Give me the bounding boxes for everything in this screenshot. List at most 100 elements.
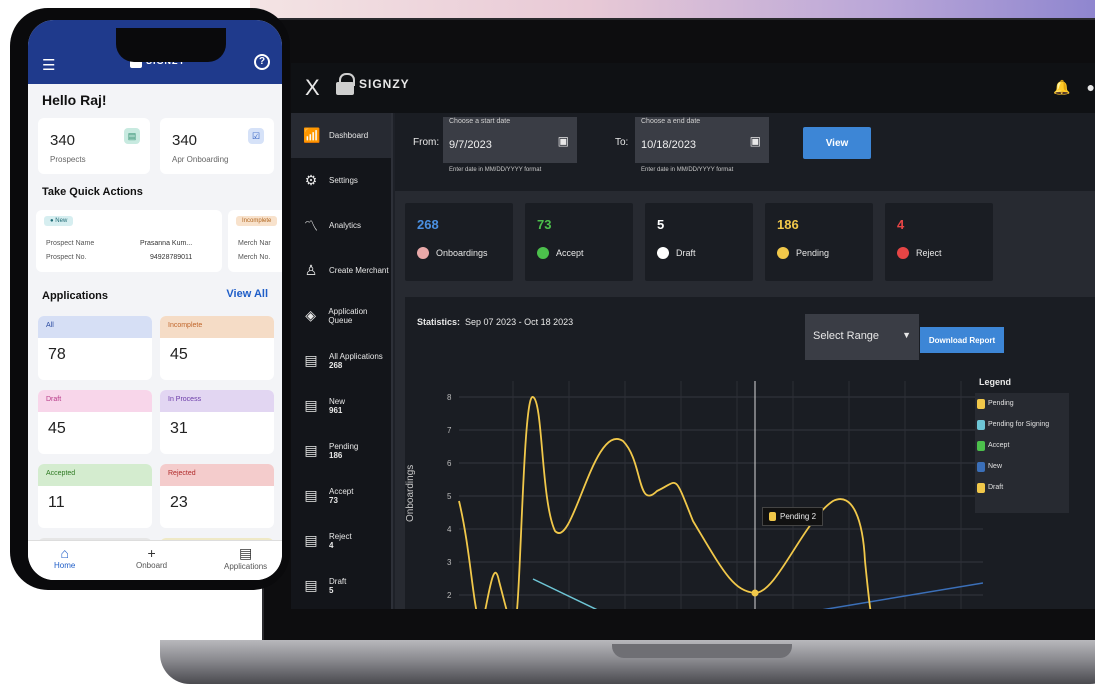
main-content: From: Choose a start date 9/7/2023 ▣ Ent… [395,113,1095,609]
nav-applications[interactable]: ▤ Applications [224,545,267,571]
start-date-caption: Choose a start date [449,118,511,125]
quick-action-card[interactable]: ● New Prospect Name Prasanna Kum... Pros… [36,210,222,272]
legend-label: Draft [988,484,1004,491]
caret-down-icon: ▼ [902,330,911,340]
calendar-icon[interactable]: ▣ [750,134,761,148]
sidebar-item-all-applications[interactable]: ▤ All Applications 268 [291,338,391,383]
prospects-label: Prospects [50,155,86,164]
stat-label: Onboardings [417,247,488,259]
app-card-label: All [38,316,152,338]
stat-card-pending[interactable]: 186 Pending [765,203,873,281]
calendar-icon[interactable]: ▣ [558,134,569,148]
help-icon[interactable]: ? [254,54,270,70]
start-date-field[interactable]: Choose a start date 9/7/2023 ▣ [443,117,577,163]
account-icon[interactable]: ● [1087,79,1095,96]
close-icon[interactable]: X [305,77,320,99]
app-card-all[interactable]: All 78 [38,316,152,380]
legend-label: Pending for Signing [988,421,1050,428]
chart-tooltip: Pending 2 [762,507,824,526]
onboarding-count: 340 [172,132,198,149]
sidebar-item-application-queue[interactable]: ◈ Application Queue [291,293,391,338]
app-card-count: 11 [48,494,65,511]
quick-action-card[interactable]: Incomplete Merch Nar Merch No. [228,210,282,272]
doc-pending-icon: ▤ [304,442,318,458]
onboarding-card[interactable]: 340 Apr Onboarding ☑ [160,118,274,174]
legend-swatch [977,461,985,472]
legend-item[interactable]: Pending [975,393,1069,414]
lock-icon [335,73,355,95]
gear-icon: ⚙ [304,172,318,188]
menu-icon[interactable]: ☰ [42,56,55,74]
legend-item[interactable]: Pending for Signing [975,414,1069,435]
sidebar-item-create-merchant[interactable]: ♙ Create Merchant [291,248,391,293]
layers-icon: ◈ [305,307,317,323]
analytics-icon: 〽 [304,217,318,234]
bell-icon[interactable]: 🔔 [1053,79,1070,96]
sidebar-item-label: Settings [329,176,358,185]
sidebar-item-draft[interactable]: ▤ Draft 5 [291,563,391,608]
download-report-button[interactable]: Download Report [920,327,1004,353]
stat-label-text: Draft [676,248,696,258]
legend-item[interactable]: Accept [975,435,1069,456]
draft-icon [657,247,669,259]
from-label: From: [413,137,440,148]
sidebar-item-accept[interactable]: ▤ Accept 73 [291,473,391,518]
stat-card-accept[interactable]: 73 Accept [525,203,633,281]
app-card-in-process[interactable]: In Process 31 [160,390,274,454]
sidebar-item-text: Application Queue [328,306,368,325]
merch-name-label: Merch Nar [238,240,271,247]
hover-point[interactable] [751,589,759,597]
view-button[interactable]: View [803,127,871,159]
legend: Pending Pending for Signing Accept New Draft [975,393,1069,513]
statistics-panel: Statistics: Sep 07 2023 - Oct 18 2023 Se… [405,297,1095,609]
stat-label: Pending [777,247,829,259]
sidebar-item-pending[interactable]: ▤ Pending 186 [291,428,391,473]
sidebar-item-count: 268 [329,360,343,370]
app-card-incomplete[interactable]: Incomplete 45 [160,316,274,380]
view-all-link[interactable]: View All [226,288,268,300]
stat-card-onboardings[interactable]: 268 Onboardings [405,203,513,281]
statistics-title: Statistics: Sep 07 2023 - Oct 18 2023 [417,317,573,327]
sidebar-item-dashboard[interactable]: 📶 Dashboard [291,113,391,158]
sidebar-item-settings[interactable]: ⚙ Settings [291,158,391,203]
legend-item[interactable]: New [975,456,1069,477]
tooltip-swatch [769,512,776,521]
merch-no-label: Merch No. [238,254,271,261]
app-card-label: In Process [160,390,274,412]
sidebar-item-count: 961 [329,405,343,415]
end-date-field[interactable]: Choose a end date 10/18/2023 ▣ [635,117,769,163]
prospect-name-label: Prospect Name [46,240,95,247]
range-select[interactable]: Select Range ▼ [805,314,919,360]
sidebar-item-reject[interactable]: ▤ Reject 4 [291,518,391,563]
legend-label: Pending [988,400,1014,407]
greeting: Hello Raj! [42,92,107,108]
prospects-card[interactable]: 340 Prospects ▤ [38,118,150,174]
app-card-label: Draft [38,390,152,412]
status-badge: Incomplete [236,216,278,226]
stat-label-text: Onboardings [436,248,488,258]
app-card-draft[interactable]: Draft 45 [38,390,152,454]
app-card-rejected[interactable]: Rejected 23 [160,464,274,528]
legend-swatch [977,419,985,430]
nav-onboard[interactable]: + Onboard [136,545,167,570]
nav-home[interactable]: ⌂ Home [54,545,75,570]
sidebar: 📶 Dashboard ⚙ Settings 〽 Analytics ♙ Create Mer… [291,113,393,609]
sidebar-item-count: 5 [329,585,334,595]
range-select-value: Select Range [813,330,880,342]
pending-icon [777,247,789,259]
legend-swatch [977,482,985,493]
sidebar-item-new[interactable]: ▤ New 961 [291,383,391,428]
legend-item[interactable]: Draft [975,477,1069,498]
app-card-accepted[interactable]: Accepted 11 [38,464,152,528]
stat-value: 73 [537,217,552,232]
stat-label-text: Pending [796,248,830,258]
bottom-nav: ⌂ Home + Onboard ▤ Applications [28,540,282,580]
stat-card-draft[interactable]: 5 Draft [645,203,753,281]
prospect-name-value: Prasanna Kum... [140,240,193,247]
sidebar-item-analytics[interactable]: 〽 Analytics [291,203,391,248]
start-date-hint: Enter date in MM/DD/YYYY format [449,167,542,173]
top-actions: 🔔 ● [1053,79,1095,96]
app-card-count: 23 [170,494,188,511]
sidebar-item-label: New 961 [329,397,345,415]
stat-card-reject[interactable]: 4 Reject [885,203,993,281]
